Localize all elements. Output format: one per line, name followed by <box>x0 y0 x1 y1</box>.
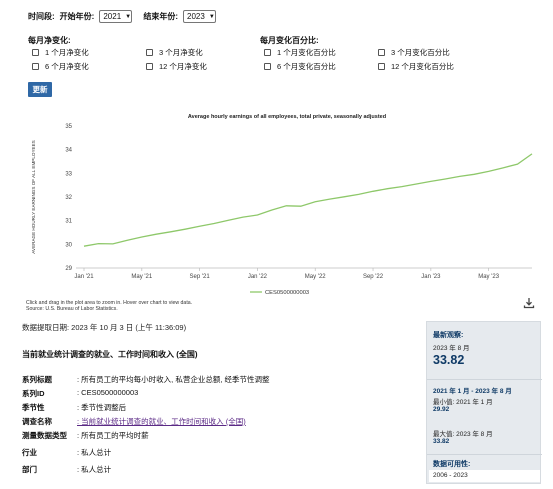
meta-label: 部门 <box>22 465 37 474</box>
meta-value: : 私人总计 <box>77 465 112 474</box>
checkbox-label: 1 个月变化百分比 <box>277 48 336 57</box>
checkbox[interactable] <box>264 63 271 70</box>
checkbox-1m-change[interactable]: 1 个月净变化 <box>32 47 89 58</box>
meta-row: 测量数据类型 : 所有员工的平均时薪 <box>22 430 149 441</box>
chart-svg[interactable]: Average hourly earnings of all employees… <box>22 106 546 306</box>
meta-label: 调查名称 <box>22 417 52 426</box>
min-text: 最小值: 2021 年 1 月 <box>433 399 493 406</box>
meta-label: 系列标题 <box>22 375 52 384</box>
meta-row: 部门 : 私人总计 <box>22 464 111 475</box>
monthly-change-title: 每月净变化: <box>28 36 71 45</box>
checkbox-label: 12 个月变化百分比 <box>391 62 454 71</box>
latest-date: 2023 年 8 月 <box>433 345 470 352</box>
time-period-row: 时间段: 开始年份: 2021 ▼ 结束年份: 2023 ▼ <box>28 10 217 23</box>
x-tick-label: May '21 <box>131 274 152 280</box>
series-line-CES0500000003 <box>83 153 533 247</box>
checkbox-3m-change[interactable]: 3 个月净变化 <box>146 47 203 58</box>
meta-label: 季节性 <box>22 403 45 412</box>
checkbox[interactable] <box>146 49 153 56</box>
retrieval-date: 数据提取日期: 2023 年 10 月 3 日 (上午 11:36:09) <box>22 323 187 332</box>
checkbox-label: 3 个月变化百分比 <box>391 48 450 57</box>
end-year-value: 2023 <box>187 12 205 21</box>
x-tick-label: Jan '23 <box>421 274 441 280</box>
monthly-pct-title: 每月变化百分比: <box>260 36 319 45</box>
y-tick-label: 34 <box>65 148 72 154</box>
chart-title: Average hourly earnings of all employees… <box>188 114 386 120</box>
checkbox-6m-pct[interactable]: 6 个月变化百分比 <box>264 61 336 72</box>
meta-value: : CES0500000003 <box>77 388 139 397</box>
x-tick-label: Jan '22 <box>248 274 268 280</box>
checkbox[interactable] <box>264 49 271 56</box>
meta-label: 测量数据类型 <box>22 431 67 440</box>
meta-row: 行业 : 私人总计 <box>22 447 111 458</box>
checkbox-3m-pct[interactable]: 3 个月变化百分比 <box>378 47 450 58</box>
checkbox[interactable] <box>378 49 385 56</box>
checkbox-12m-change[interactable]: 12 个月净变化 <box>146 61 207 72</box>
availability-value: 2006 - 2023 <box>433 472 468 479</box>
chevron-down-icon: ▼ <box>125 13 132 20</box>
survey-link[interactable]: : 当前就业统计调查的就业、工作时间和收入 (全国) <box>77 416 246 427</box>
start-year-label: 开始年份: <box>59 12 95 21</box>
latest-title: 最新观察: <box>433 332 464 339</box>
range-text: 2021 年 1 月 - 2023 年 8 月 <box>433 388 512 395</box>
end-year-select[interactable]: 2023 ▼ <box>183 10 217 23</box>
checkbox-label: 12 个月净变化 <box>159 62 207 71</box>
meta-row: 系列ID : CES0500000003 <box>22 388 138 399</box>
update-button[interactable]: 更新 <box>28 82 52 97</box>
meta-label: 行业 <box>22 448 37 457</box>
y-tick-label: 33 <box>65 171 72 177</box>
y-tick-label: 35 <box>65 124 72 130</box>
chevron-down-icon: ▼ <box>208 13 215 20</box>
checkbox[interactable] <box>32 63 39 70</box>
availability-title: 数据可用性: <box>433 461 471 468</box>
meta-row: 调查名称 : 当前就业统计调查的就业、工作时间和收入 (全国) <box>22 416 246 427</box>
checkbox-label: 3 个月净变化 <box>159 48 203 57</box>
start-year-select[interactable]: 2021 ▼ <box>99 10 133 23</box>
meta-value: : 季节性调整后 <box>77 403 127 412</box>
x-tick-label: Jan '21 <box>74 274 94 280</box>
y-tick-label: 31 <box>65 219 72 225</box>
x-tick-label: May '22 <box>305 274 326 280</box>
min-value: 29.92 <box>433 406 450 413</box>
y-tick-label: 30 <box>65 242 72 248</box>
x-tick-label: Sep '21 <box>190 274 211 280</box>
meta-label: 系列ID <box>22 389 45 398</box>
meta-value: : 所有员工的平均每小时收入, 私营企业总额, 经季节性调整 <box>77 375 270 384</box>
checkbox[interactable] <box>146 63 153 70</box>
legend-label: CES0500000003 <box>265 290 309 296</box>
max-text: 最大值: 2023 年 8 月 <box>433 431 493 438</box>
start-year-value: 2021 <box>103 12 122 21</box>
checkbox[interactable] <box>32 49 39 56</box>
y-tick-label: 29 <box>65 266 72 272</box>
chart-source-text: Source: U.S. Bureau of Labor Statistics. <box>26 306 118 313</box>
checkbox-6m-change[interactable]: 6 个月净变化 <box>32 61 89 72</box>
divider <box>427 379 542 380</box>
max-value: 33.82 <box>433 438 450 445</box>
y-axis-label: AVERAGE HOURLY EARNINGS OF ALL EMPLOYEES <box>31 140 36 253</box>
meta-value: : 所有员工的平均时薪 <box>77 431 149 440</box>
survey-title: 当前就业统计调查的就业、工作时间和收入 (全国) <box>22 350 198 359</box>
checkbox-1m-pct[interactable]: 1 个月变化百分比 <box>264 47 336 58</box>
meta-row: 系列标题 : 所有员工的平均每小时收入, 私营企业总额, 经季节性调整 <box>22 374 270 385</box>
time-period-label: 时间段: <box>28 12 55 21</box>
checkbox-label: 1 个月净变化 <box>45 48 89 57</box>
x-tick-label: Sep '22 <box>363 274 384 280</box>
y-tick-label: 32 <box>65 195 72 201</box>
checkbox-label: 6 个月净变化 <box>45 62 89 71</box>
x-tick-label: May '23 <box>478 274 499 280</box>
end-year-label: 结束年份: <box>143 12 179 21</box>
availability-box: 2006 - 2023 <box>429 470 540 482</box>
download-icon[interactable] <box>523 297 535 309</box>
earnings-chart[interactable]: Average hourly earnings of all employees… <box>22 106 546 316</box>
latest-value: 33.82 <box>433 353 465 367</box>
checkbox-12m-pct[interactable]: 12 个月变化百分比 <box>378 61 454 72</box>
meta-value: : 私人总计 <box>77 448 112 457</box>
meta-row: 季节性 : 季节性调整后 <box>22 402 126 413</box>
chart-notes: Click and drag in the plot area to zoom … <box>26 300 192 313</box>
checkbox[interactable] <box>378 63 385 70</box>
divider <box>427 454 542 455</box>
stats-sidebar: 最新观察: 2023 年 8 月 33.82 2021 年 1 月 - 2023… <box>426 321 542 484</box>
checkbox-label: 6 个月变化百分比 <box>277 62 336 71</box>
